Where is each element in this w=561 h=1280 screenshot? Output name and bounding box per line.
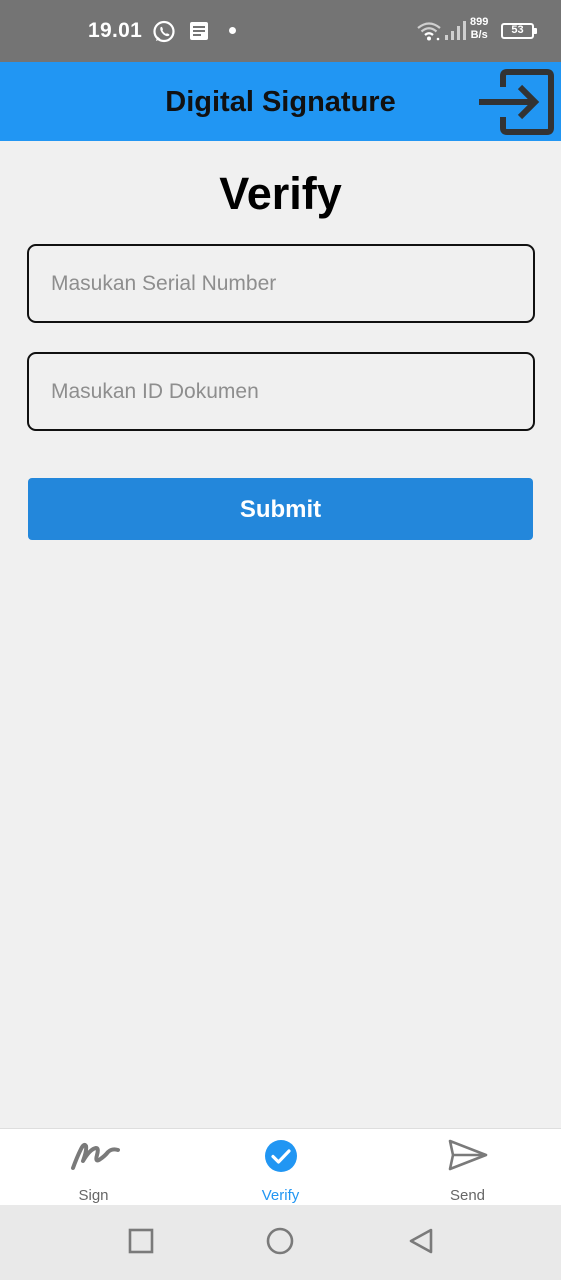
submit-button[interactable]: Submit xyxy=(28,478,533,540)
login-icon[interactable] xyxy=(476,69,556,135)
serial-number-input[interactable] xyxy=(29,246,533,321)
status-bar: 19.01 899 B/s 53 xyxy=(0,0,561,62)
recent-apps-icon[interactable] xyxy=(128,1227,156,1260)
bottom-nav: Sign Verify Send xyxy=(0,1128,561,1206)
battery-icon: 53 xyxy=(501,23,537,39)
nav-label-verify: Verify xyxy=(261,1187,300,1204)
send-icon xyxy=(374,1137,561,1178)
app-bar: Digital Signature xyxy=(0,62,561,141)
page-title: Verify xyxy=(219,168,342,219)
network-speed-value: 899 xyxy=(470,16,489,28)
nav-item-verify[interactable]: Verify xyxy=(187,1129,374,1206)
back-icon[interactable] xyxy=(408,1227,436,1262)
signal-icon xyxy=(444,19,466,48)
serial-number-field[interactable] xyxy=(27,244,535,323)
network-speed-unit: B/s xyxy=(470,29,488,41)
nav-label-send: Send xyxy=(449,1187,486,1204)
nav-item-sign[interactable]: Sign xyxy=(0,1129,187,1206)
nav-label-sign: Sign xyxy=(78,1187,109,1204)
battery-level: 53 xyxy=(511,24,524,36)
document-id-input[interactable] xyxy=(29,354,533,429)
dot-icon xyxy=(229,27,236,34)
status-time: 19.01 xyxy=(88,19,143,42)
network-speed: 899 B/s xyxy=(470,16,488,42)
signature-icon xyxy=(0,1137,187,1178)
system-nav xyxy=(0,1205,561,1280)
document-id-field[interactable] xyxy=(27,352,535,431)
nav-item-send[interactable]: Send xyxy=(374,1129,561,1206)
notes-icon xyxy=(188,20,210,47)
home-icon[interactable] xyxy=(266,1227,296,1262)
check-circle-icon xyxy=(187,1137,374,1178)
wifi-icon xyxy=(416,19,442,48)
whatsapp-icon xyxy=(152,20,176,49)
